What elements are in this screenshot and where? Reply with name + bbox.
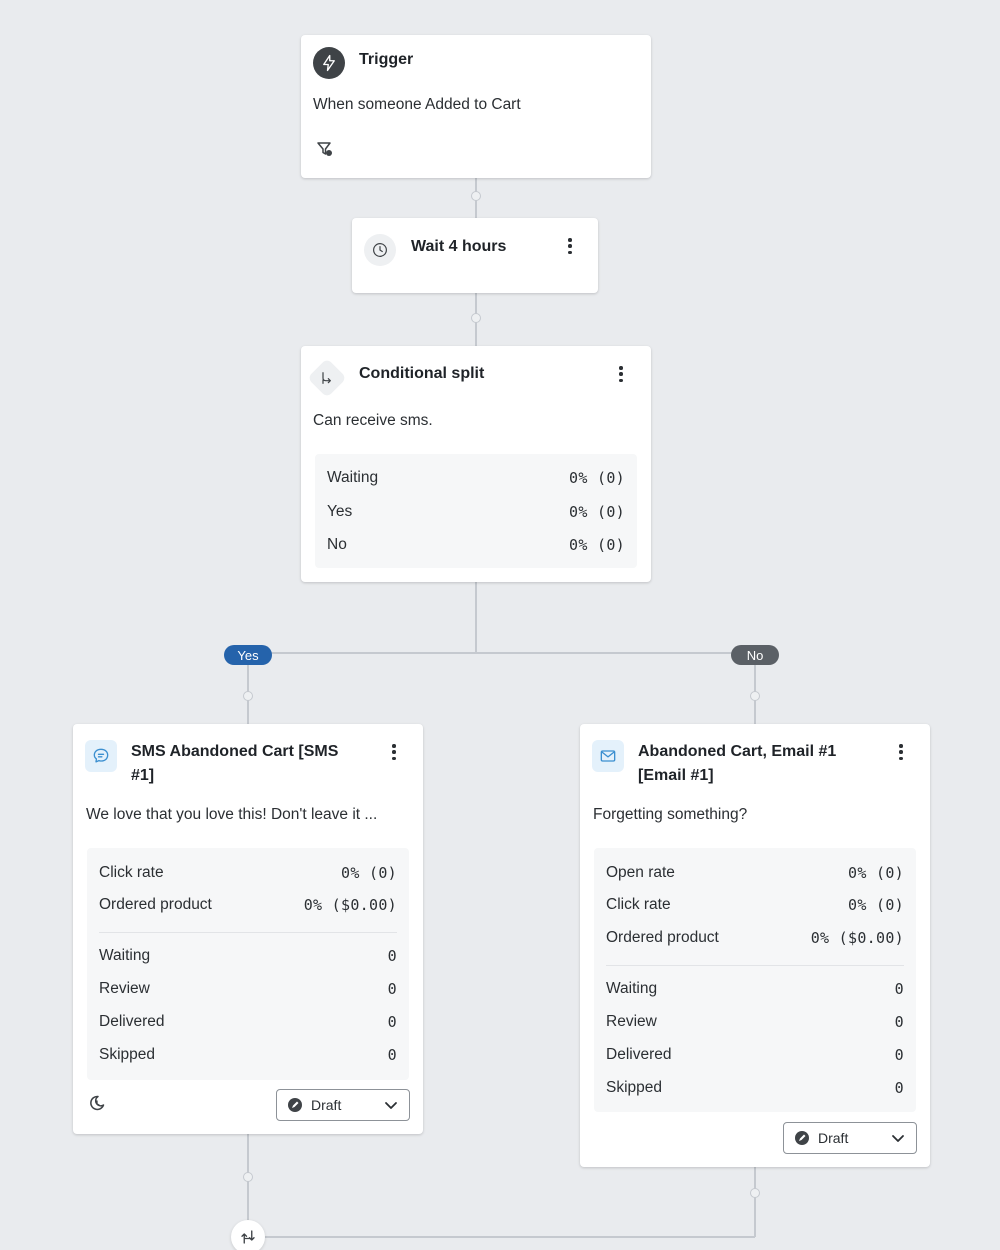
- wait-card[interactable]: Wait 4 hours: [352, 218, 598, 293]
- email-metric-row: Click rate 0% (0): [606, 896, 904, 914]
- email-count-row: Waiting 0: [606, 980, 904, 998]
- connector-merge-horizontal: [248, 1236, 755, 1238]
- chevron-down-icon: [385, 1102, 397, 1109]
- email-preview: Forgetting something?: [593, 806, 748, 823]
- email-status-label: Draft: [818, 1130, 849, 1146]
- sms-title: SMS Abandoned Cart [SMS #1]: [131, 743, 339, 784]
- email-more-menu[interactable]: [894, 742, 908, 762]
- split-stat-row: Yes 0% (0): [327, 503, 625, 521]
- sms-count-row: Waiting 0: [99, 947, 397, 965]
- connector-email-bottom: [754, 1167, 756, 1237]
- sms-status-label: Draft: [311, 1097, 342, 1113]
- merge-branches-button[interactable]: [231, 1220, 265, 1250]
- sms-status-dropdown[interactable]: Draft: [276, 1089, 410, 1121]
- sms-message-card[interactable]: SMS Abandoned Cart [SMS #1] We love that…: [73, 724, 423, 1134]
- email-title: Abandoned Cart, Email #1 [Email #1]: [638, 743, 837, 784]
- draft-status-icon: [795, 1131, 809, 1145]
- split-stat-row: Waiting 0% (0): [327, 469, 625, 487]
- split-stat-row: No 0% (0): [327, 536, 625, 554]
- add-step-dot[interactable]: [749, 691, 760, 701]
- wait-more-menu[interactable]: [563, 236, 577, 256]
- add-step-dot[interactable]: [470, 191, 481, 201]
- add-step-dot[interactable]: [749, 1188, 760, 1198]
- email-count-row: Delivered 0: [606, 1046, 904, 1064]
- email-stats-divider: [606, 965, 904, 966]
- add-step-dot[interactable]: [242, 691, 253, 701]
- email-metric-row: Open rate 0% (0): [606, 864, 904, 882]
- sms-message-icon: [85, 740, 117, 772]
- split-description: Can receive sms.: [313, 412, 433, 429]
- email-count-row: Review 0: [606, 1013, 904, 1031]
- lightning-icon: [313, 47, 345, 79]
- add-step-dot[interactable]: [242, 1172, 253, 1182]
- sms-stats-divider: [99, 932, 397, 933]
- sms-preview: We love that you love this! Don't leave …: [86, 806, 378, 823]
- email-count-row: Skipped 0: [606, 1079, 904, 1097]
- chevron-down-icon: [892, 1135, 904, 1142]
- sms-count-row: Skipped 0: [99, 1046, 397, 1064]
- split-stats: Waiting 0% (0) Yes 0% (0) No 0% (0): [315, 454, 637, 568]
- add-step-dot[interactable]: [470, 313, 481, 323]
- merge-icon: [241, 1230, 255, 1244]
- sms-stats: Click rate 0% (0) Ordered product 0% ($0.0…: [87, 848, 409, 1080]
- trigger-description: When someone Added to Cart: [313, 96, 521, 113]
- email-message-icon: [592, 740, 624, 772]
- connector-split-branch: [475, 582, 477, 653]
- email-metric-row: Ordered product 0% ($0.00): [606, 929, 904, 947]
- trigger-title: Trigger: [359, 51, 414, 68]
- sms-count-row: Review 0: [99, 980, 397, 998]
- yes-branch-label: Yes: [237, 647, 259, 663]
- split-icon: [307, 358, 347, 398]
- sms-metric-row: Ordered product 0% ($0.00): [99, 896, 397, 914]
- sms-metric-row: Click rate 0% (0): [99, 864, 397, 882]
- email-message-card[interactable]: Abandoned Cart, Email #1 [Email #1] Forg…: [580, 724, 930, 1167]
- wait-title: Wait 4 hours: [411, 238, 507, 255]
- sms-more-menu[interactable]: [387, 742, 401, 762]
- yes-branch-pill: Yes: [224, 645, 272, 665]
- email-status-dropdown[interactable]: Draft: [783, 1122, 917, 1154]
- split-title: Conditional split: [359, 365, 485, 382]
- filter-icon[interactable]: [315, 139, 335, 159]
- draft-status-icon: [288, 1098, 302, 1112]
- clock-icon: [364, 234, 396, 266]
- no-branch-pill: No: [731, 645, 779, 665]
- conditional-split-card[interactable]: Conditional split Can receive sms. Waiti…: [301, 346, 651, 582]
- sms-count-row: Delivered 0: [99, 1013, 397, 1031]
- connector-branch-horizontal: [248, 652, 755, 654]
- split-more-menu[interactable]: [614, 364, 628, 384]
- quiet-hours-icon: [87, 1093, 107, 1113]
- no-branch-label: No: [746, 647, 764, 663]
- flow-canvas: Yes No Trigger When someone Added to Car…: [0, 0, 1000, 1250]
- email-stats: Open rate 0% (0) Click rate 0% (0) Ordered…: [594, 848, 916, 1112]
- trigger-card[interactable]: Trigger When someone Added to Cart: [301, 35, 651, 178]
